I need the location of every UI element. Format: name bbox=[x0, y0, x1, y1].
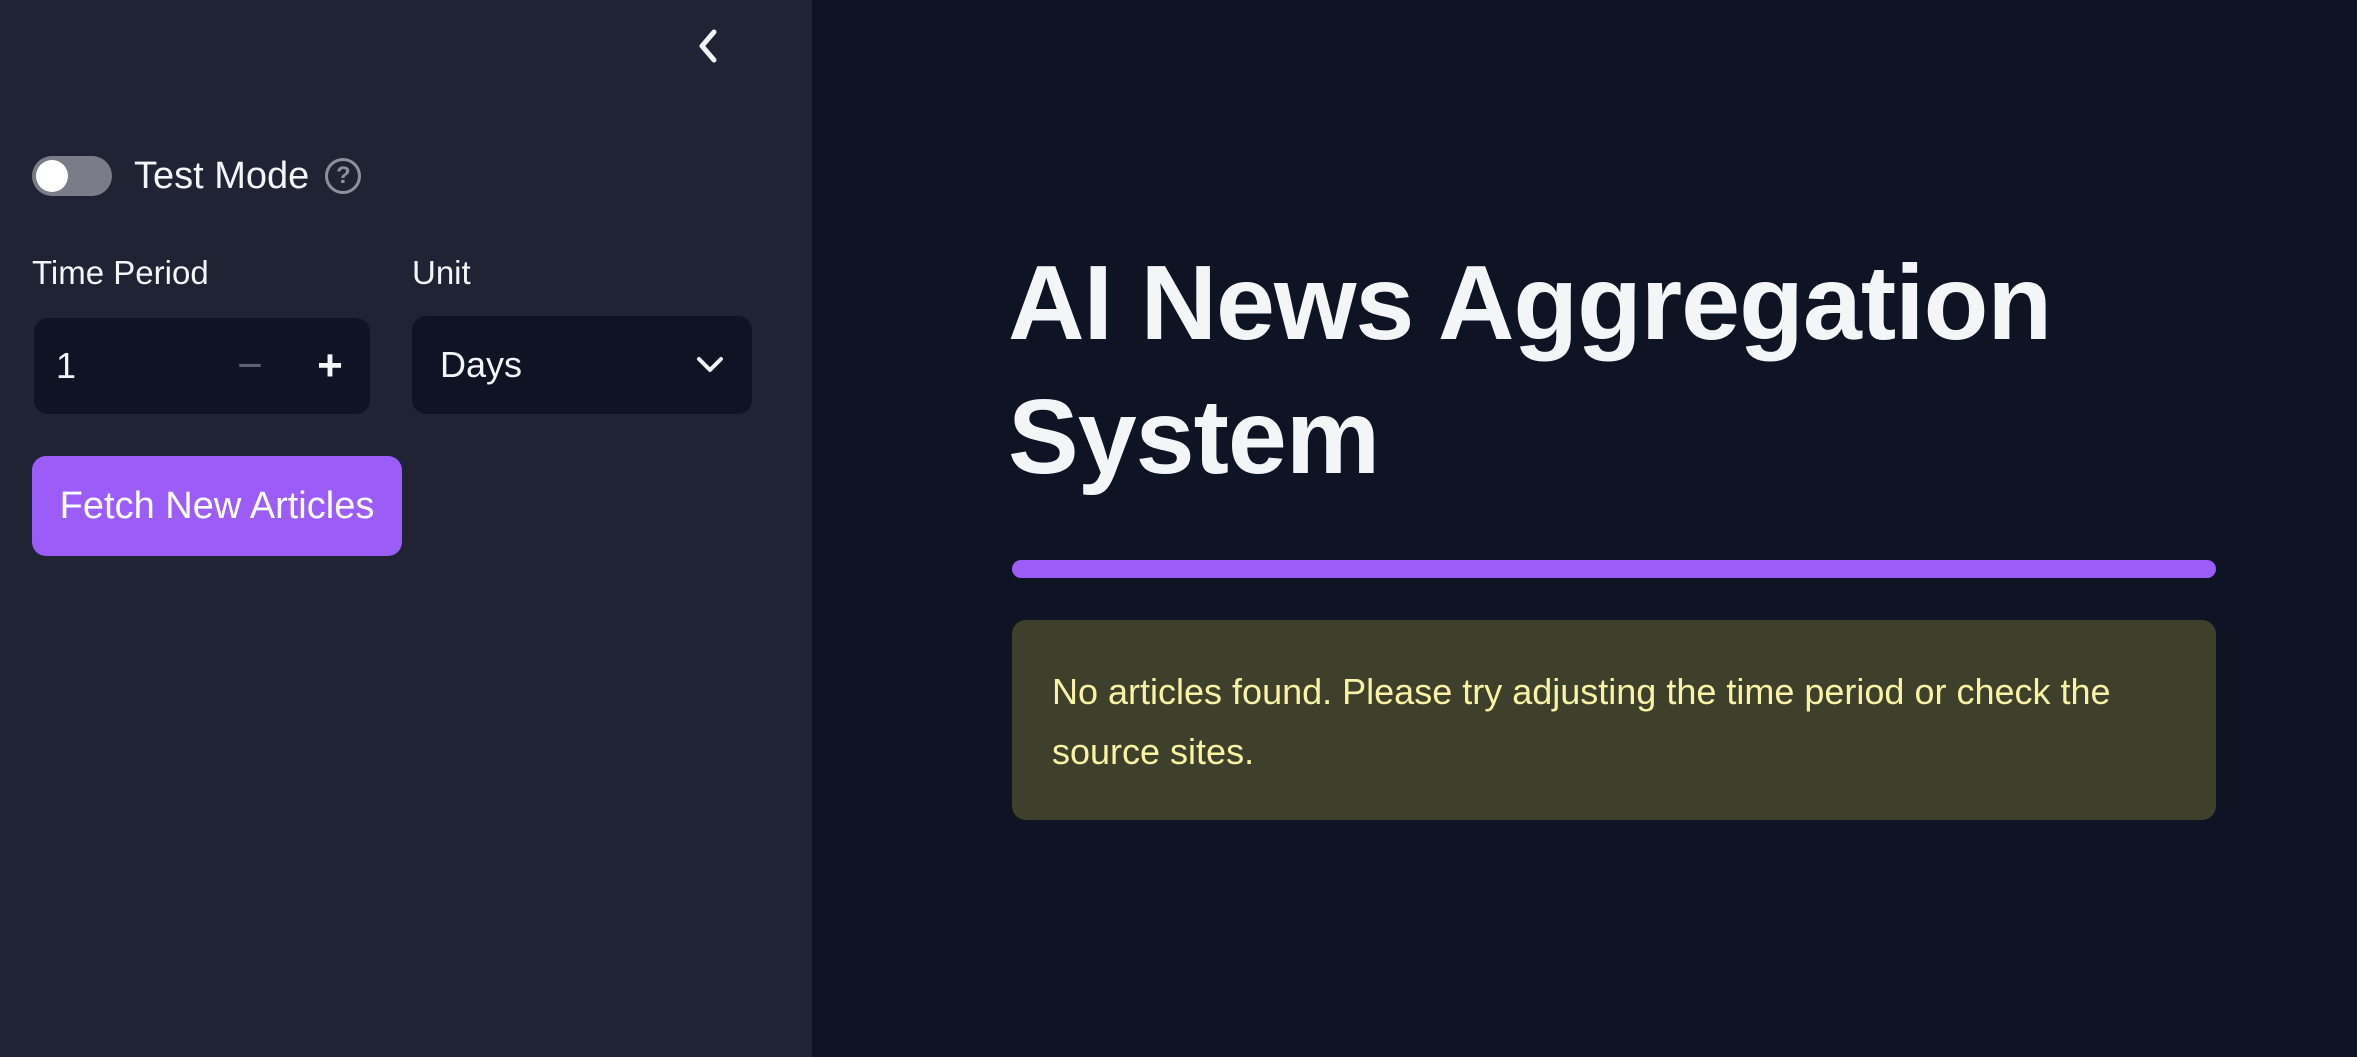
test-mode-label: Test Mode bbox=[134, 154, 310, 197]
test-mode-toggle[interactable] bbox=[32, 156, 112, 196]
time-period-value[interactable]: 1 bbox=[56, 345, 210, 387]
toggle-knob bbox=[36, 160, 68, 192]
page-title: AI News Aggregation System bbox=[1008, 244, 2052, 496]
accent-divider bbox=[1012, 560, 2216, 578]
question-circle-icon[interactable]: ? bbox=[325, 158, 362, 194]
app-window: Test Mode ? Time Period 1 − + Unit Days … bbox=[0, 0, 2357, 1057]
chevron-left-icon bbox=[699, 29, 717, 63]
unit-label: Unit bbox=[412, 254, 471, 291]
chevron-down-icon bbox=[697, 357, 723, 372]
help-icon-glyph: ? bbox=[335, 162, 351, 189]
unit-selected-value: Days bbox=[440, 344, 523, 385]
time-period-label: Time Period bbox=[32, 254, 209, 291]
alert-message: No articles found. Please try adjusting … bbox=[1052, 671, 2111, 772]
unit-select[interactable]: Days bbox=[412, 316, 752, 414]
decrement-button[interactable]: − bbox=[210, 318, 290, 414]
time-period-input[interactable]: 1 − + bbox=[34, 318, 370, 414]
sidebar: Test Mode ? Time Period 1 − + Unit Days … bbox=[0, 0, 812, 1057]
fetch-new-articles-button[interactable]: Fetch New Articles bbox=[32, 456, 402, 556]
main-content: AI News Aggregation System No articles f… bbox=[812, 0, 2357, 1057]
warning-alert: No articles found. Please try adjusting … bbox=[1012, 620, 2216, 820]
increment-button[interactable]: + bbox=[290, 318, 370, 414]
test-mode-row: Test Mode ? bbox=[32, 152, 362, 200]
collapse-sidebar-button[interactable] bbox=[684, 22, 732, 70]
